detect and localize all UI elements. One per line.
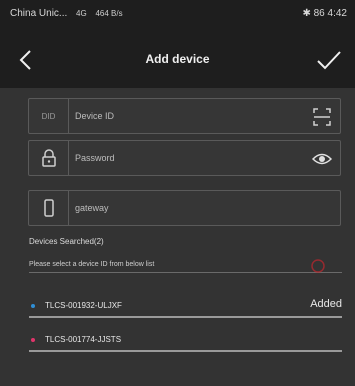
- status-left: China Unic... 4G 464 B/s: [10, 8, 123, 19]
- refresh-icon[interactable]: [310, 258, 326, 274]
- page-title: Add device: [145, 52, 210, 66]
- password-input[interactable]: Password: [75, 153, 115, 163]
- lock-icon-box: [29, 141, 69, 175]
- gateway-device-icon: [43, 199, 54, 217]
- device-row-divider: [29, 350, 342, 352]
- device-row[interactable]: TLCS-001932-ULJXF Added: [29, 296, 342, 318]
- device-id: TLCS-001932-ULJXF: [45, 301, 122, 310]
- device-row-divider: [29, 316, 342, 318]
- battery-level: 86: [313, 8, 325, 19]
- password-field[interactable]: Password: [28, 140, 341, 176]
- network-speed: 464 B/s: [95, 9, 123, 18]
- scan-qr-icon[interactable]: [312, 107, 332, 127]
- hint-divider: [29, 272, 342, 273]
- gateway-input[interactable]: gateway: [75, 203, 109, 213]
- devices-searched-title: Devices Searched(2): [29, 237, 104, 246]
- carrier-name: China Unic...: [10, 8, 68, 19]
- device-id: TLCS-001774-JJSTS: [45, 335, 122, 344]
- clock-time: 4:42: [327, 8, 347, 19]
- status-bar: China Unic... 4G 464 B/s ✱ 86 4:42: [0, 0, 355, 30]
- select-device-hint: Please select a device ID from below lis…: [29, 261, 155, 268]
- device-dot-pink: [31, 338, 35, 342]
- device-id-field[interactable]: DID Device ID: [28, 98, 341, 134]
- device-id-input[interactable]: Device ID: [75, 111, 114, 121]
- device-row[interactable]: TLCS-001774-JJSTS: [29, 330, 342, 352]
- signal-label: 4G: [76, 9, 87, 18]
- nav-bar: Add device: [0, 30, 355, 88]
- status-right: ✱ 86 4:42: [302, 8, 347, 19]
- device-dot-blue: [31, 304, 35, 308]
- device-status: Added: [310, 298, 342, 310]
- gateway-icon-box: [29, 191, 69, 225]
- did-label: DID: [29, 99, 69, 133]
- bluetooth-icon: ✱: [302, 8, 311, 19]
- lock-icon: [41, 149, 56, 167]
- gateway-field[interactable]: gateway: [28, 190, 341, 226]
- eye-icon[interactable]: [312, 149, 332, 169]
- checkmark-icon[interactable]: [315, 48, 343, 72]
